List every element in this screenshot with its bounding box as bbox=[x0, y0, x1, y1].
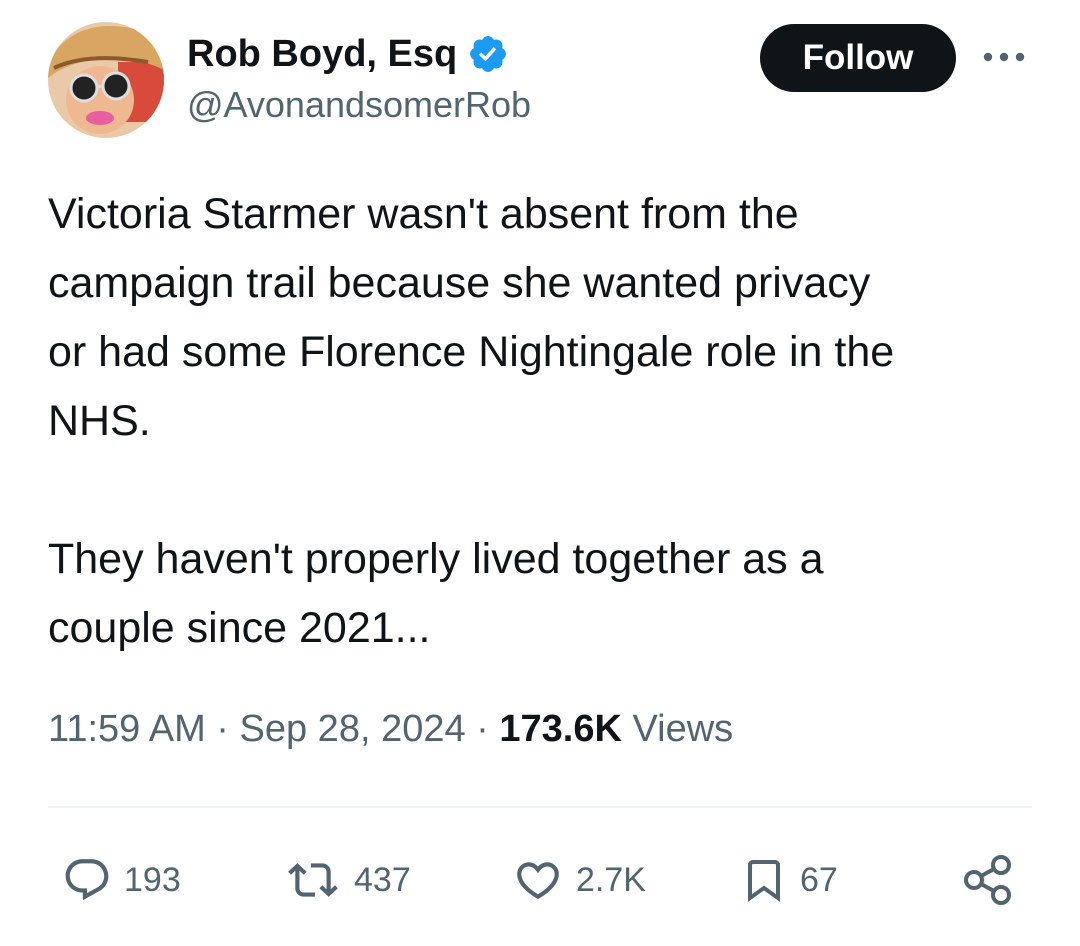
repost-button[interactable]: 437 bbox=[284, 850, 411, 910]
tweet-date[interactable]: Sep 28, 2024 bbox=[240, 708, 466, 750]
tweet-paragraph: Victoria Starmer wasn't absent from the … bbox=[48, 190, 895, 445]
like-button[interactable]: 2.7K bbox=[512, 850, 646, 910]
bookmark-button[interactable]: 67 bbox=[740, 850, 838, 910]
heart-icon bbox=[517, 862, 559, 900]
reply-count: 193 bbox=[124, 860, 181, 899]
repost-count: 437 bbox=[354, 860, 411, 899]
bookmark-icon bbox=[748, 860, 780, 902]
bookmark-count: 67 bbox=[800, 860, 838, 899]
views-count: 173.6K bbox=[499, 708, 622, 750]
meta-separator: · bbox=[476, 708, 489, 750]
author-handle[interactable]: @AvonandsomerRob bbox=[187, 84, 531, 126]
author-name-row[interactable]: Rob Boyd, Esq bbox=[187, 28, 509, 80]
views-label: Views bbox=[632, 708, 734, 750]
avatar-image bbox=[48, 22, 164, 138]
reply-button[interactable]: 193 bbox=[62, 850, 181, 910]
tweet-time[interactable]: 11:59 AM bbox=[48, 708, 206, 750]
avatar[interactable] bbox=[48, 22, 164, 138]
author-display-name[interactable]: Rob Boyd, Esq bbox=[187, 33, 457, 76]
repost-icon bbox=[288, 863, 338, 897]
meta-separator: · bbox=[216, 708, 229, 750]
like-count: 2.7K bbox=[576, 860, 646, 899]
divider bbox=[48, 806, 1032, 808]
reply-icon bbox=[65, 859, 109, 901]
tweet-text: Victoria Starmer wasn't absent from the … bbox=[48, 180, 1038, 663]
follow-button[interactable]: Follow bbox=[760, 24, 956, 92]
more-options-icon[interactable] bbox=[978, 44, 1030, 70]
share-icon bbox=[964, 855, 1011, 905]
tweet-meta: 11:59 AM · Sep 28, 2024 · 173.6K Views bbox=[48, 708, 733, 751]
share-button[interactable] bbox=[960, 850, 1016, 910]
verified-badge-icon[interactable] bbox=[467, 33, 509, 75]
tweet-paragraph: They haven't properly lived together as … bbox=[48, 535, 824, 652]
